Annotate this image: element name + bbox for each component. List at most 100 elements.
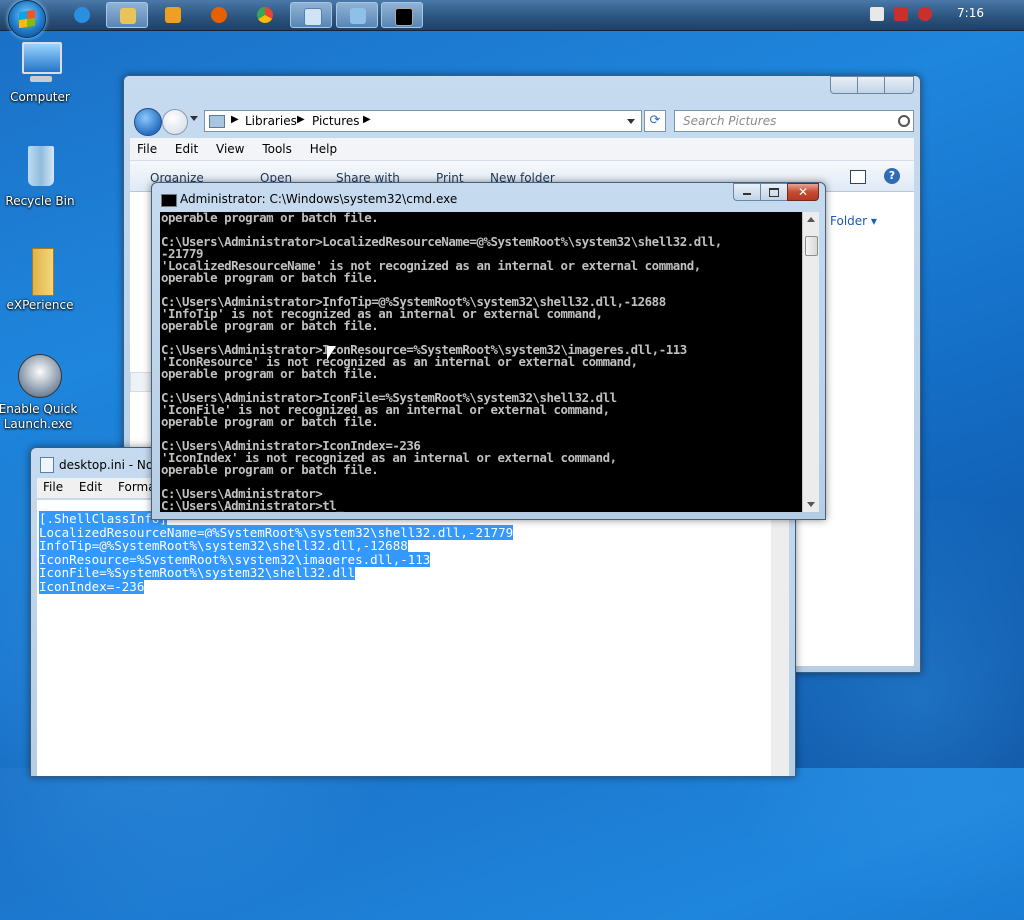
window-title: Administrator: C:\Windows\system32\cmd.e… xyxy=(180,192,458,206)
vertical-scrollbar[interactable] xyxy=(771,500,789,776)
quick-launch-icon xyxy=(14,352,62,400)
taskbar-button-notepad[interactable] xyxy=(290,2,332,28)
help-icon[interactable]: ? xyxy=(884,168,900,184)
search-input[interactable]: Search Pictures xyxy=(674,110,914,132)
desktop-icon-experience[interactable]: eXPerience xyxy=(0,248,80,313)
text-editor[interactable]: [.ShellClassInfo] LocalizedResourceName=… xyxy=(37,500,771,776)
maximize-button[interactable] xyxy=(760,183,788,201)
menu-file[interactable]: File xyxy=(37,478,69,496)
search-icon[interactable] xyxy=(898,115,910,127)
vertical-scrollbar[interactable] xyxy=(802,212,819,512)
arrange-by-folder[interactable]: Folder ▾ xyxy=(830,214,877,228)
desktop-icon-computer[interactable]: Computer xyxy=(0,40,80,105)
scroll-up-icon[interactable] xyxy=(807,217,815,222)
folder-icon xyxy=(120,8,136,24)
arrange-label: Folder xyxy=(830,214,868,228)
back-button[interactable] xyxy=(134,108,162,136)
console-line: operable program or batch file. xyxy=(161,318,379,333)
menu-edit[interactable]: Edit xyxy=(168,138,205,156)
internet-explorer-icon xyxy=(74,7,90,23)
cmd-window: Administrator: C:\Windows\system32\cmd.e… xyxy=(151,182,826,520)
cmd-icon xyxy=(161,194,177,207)
mouse-cursor-icon xyxy=(327,346,336,360)
minimize-button[interactable] xyxy=(830,76,858,94)
taskbar-button-chrome[interactable] xyxy=(244,2,286,28)
clock[interactable]: 7:16 xyxy=(957,6,984,20)
console-line: C:\Users\Administrator>tl_ xyxy=(161,498,344,512)
taskbar-button-paint[interactable] xyxy=(336,2,378,28)
desktop-icon-label: Computer xyxy=(10,90,70,104)
library-icon xyxy=(209,115,225,128)
firefox-icon xyxy=(211,7,227,23)
forward-button[interactable] xyxy=(162,109,188,135)
console-line: C:\Users\Administrator>LocalizedResource… xyxy=(161,234,722,249)
taskbar-button-cmd[interactable] xyxy=(381,2,423,28)
desktop-icon-label: eXPerience xyxy=(6,298,74,312)
breadcrumb-separator-icon: ▶ xyxy=(231,114,239,125)
notepad-icon xyxy=(40,457,54,473)
taskbar-button-explorer[interactable] xyxy=(106,2,148,28)
selected-text: InfoTip=@%SystemRoot%\system32\shell32.d… xyxy=(39,538,408,553)
windows-logo-icon xyxy=(19,9,35,29)
console-line: operable program or batch file. xyxy=(161,414,379,429)
menu-bar: File Edit View Tools Help xyxy=(130,138,914,161)
address-bar[interactable]: ▶ Libraries ▶ Pictures ▶ xyxy=(204,110,642,132)
breadcrumb-separator-icon: ▶ xyxy=(363,114,371,125)
text-line: IconResource=%SystemRoot%\system32\image… xyxy=(39,551,771,567)
minimize-icon xyxy=(743,193,751,195)
breadcrumb-separator-icon: ▶ xyxy=(297,114,305,125)
folder-icon xyxy=(16,248,64,296)
breadcrumb-libraries[interactable]: Libraries xyxy=(245,114,297,128)
desktop-icon-label: Enable Quick Launch.exe xyxy=(0,402,78,431)
close-icon: ✕ xyxy=(797,185,809,199)
window-controls xyxy=(830,76,914,94)
maximize-button[interactable] xyxy=(857,76,885,94)
scroll-down-icon[interactable] xyxy=(807,502,815,507)
minimize-button[interactable] xyxy=(733,183,761,201)
notification-icon[interactable] xyxy=(870,7,884,21)
desktop-icon-recycle-bin[interactable]: Recycle Bin xyxy=(0,144,80,209)
console-text: operable program or batch file. C:\Users… xyxy=(160,212,802,512)
taskbar: 7:16 xyxy=(0,0,1024,38)
refresh-icon[interactable]: ⟳ xyxy=(644,110,666,132)
taskbar-button-media[interactable] xyxy=(152,2,194,28)
menu-edit[interactable]: Edit xyxy=(73,478,108,496)
console-line: operable program or batch file. xyxy=(161,366,379,381)
navigation-bar: ▶ Libraries ▶ Pictures ▶ ⟳ Search Pictur… xyxy=(130,106,914,136)
console-line: operable program or batch file. xyxy=(161,212,379,225)
close-button[interactable]: ✕ xyxy=(787,183,819,201)
menu-tools[interactable]: Tools xyxy=(255,138,299,156)
close-button[interactable] xyxy=(884,76,914,94)
volume-muted-icon[interactable] xyxy=(918,7,932,21)
cmd-icon xyxy=(395,8,413,26)
recent-pages-icon[interactable] xyxy=(190,116,198,121)
console-line: operable program or batch file. xyxy=(161,462,379,477)
start-button[interactable] xyxy=(8,0,46,38)
window-title: desktop.ini - Note xyxy=(59,458,166,472)
notepad-icon xyxy=(304,8,322,26)
media-player-icon xyxy=(165,7,181,23)
paint-icon xyxy=(350,8,366,24)
network-icon[interactable] xyxy=(894,7,908,21)
taskbar-button-ie[interactable] xyxy=(61,2,103,28)
menu-view[interactable]: View xyxy=(209,138,251,156)
chrome-icon xyxy=(257,7,273,23)
preview-pane-icon[interactable] xyxy=(850,170,866,184)
menu-help[interactable]: Help xyxy=(303,138,344,156)
recycle-bin-icon xyxy=(16,144,64,192)
breadcrumb-pictures[interactable]: Pictures xyxy=(312,114,360,128)
text-line: IconFile=%SystemRoot%\system32\shell32.d… xyxy=(39,565,771,580)
navigation-pane-divider xyxy=(130,372,152,392)
scrollbar-thumb[interactable] xyxy=(805,236,818,256)
window-controls: ✕ xyxy=(733,183,819,201)
taskbar-button-firefox[interactable] xyxy=(198,2,240,28)
address-dropdown-icon[interactable] xyxy=(627,119,635,124)
selected-text: [.ShellClassInfo] xyxy=(39,511,167,526)
text-line: InfoTip=@%SystemRoot%\system32\shell32.d… xyxy=(39,538,771,553)
menu-file[interactable]: File xyxy=(130,138,164,156)
maximize-icon xyxy=(769,188,779,197)
console-line: operable program or batch file. xyxy=(161,270,379,285)
desktop-icon-quick-launch[interactable]: Enable Quick Launch.exe xyxy=(0,352,78,432)
selected-text: IconIndex=-236 xyxy=(39,578,145,594)
console-output[interactable]: operable program or batch file. C:\Users… xyxy=(160,212,802,512)
